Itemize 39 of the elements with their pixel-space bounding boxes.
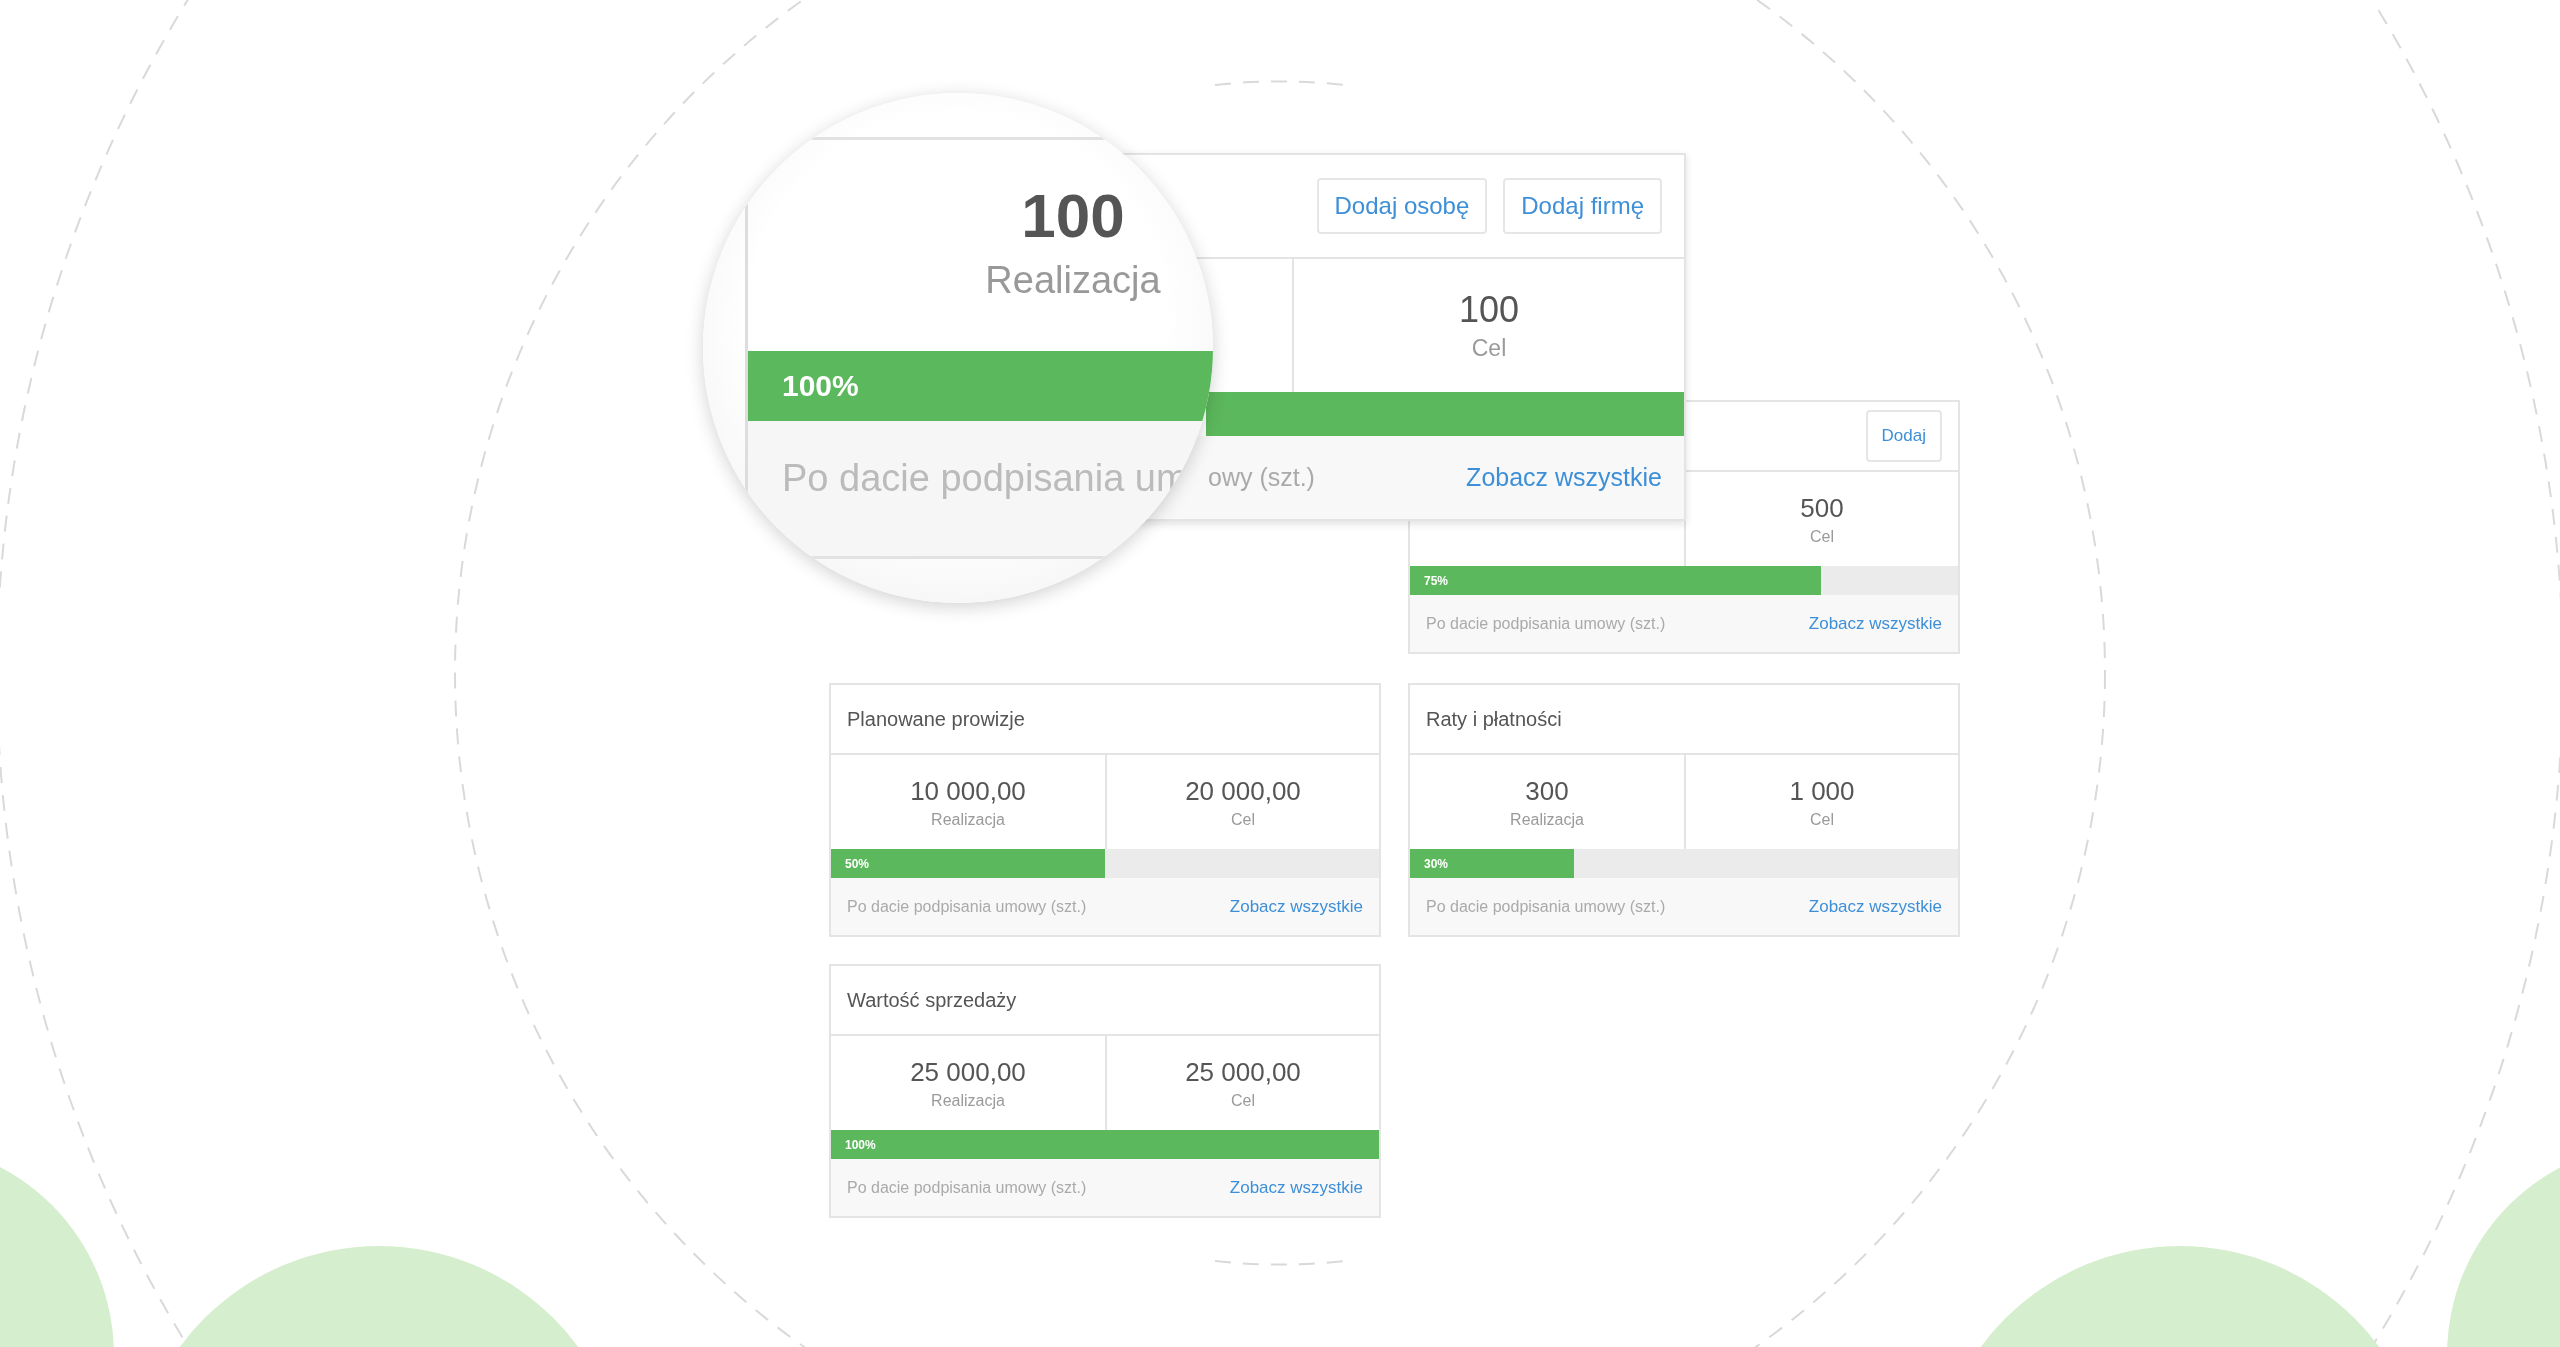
target-label: Cel — [1810, 527, 1834, 546]
add-button[interactable]: Dodaj firmę — [1503, 178, 1662, 234]
realization-value: 100 — [1021, 180, 1125, 251]
target-value: 25 000,00 — [1185, 1056, 1301, 1088]
realization-value: 25 000,00 — [910, 1056, 1026, 1088]
percent-text: 50% — [844, 856, 870, 871]
see-all-link[interactable]: Zobacz wszystkie — [1229, 896, 1363, 917]
target-label: Cel — [1231, 810, 1255, 829]
footer-note: Po dacie podpisania umowy (szt.) — [847, 897, 1087, 916]
add-button[interactable]: Dodaj osobę — [1316, 178, 1488, 234]
realization-label: Realizacja — [985, 259, 1161, 302]
target-value: 500 — [1800, 492, 1844, 524]
target-value: 100 — [1458, 289, 1520, 331]
target-value: 1 000 — [1789, 775, 1855, 807]
realization-label: Realizacja — [931, 810, 1005, 829]
card-title: Raty i płatności — [1426, 707, 1562, 731]
realization-value: 300 — [1525, 775, 1569, 807]
see-all-link[interactable]: Zobacz wszystkie — [1808, 613, 1942, 634]
percent-text: 100% — [844, 1137, 876, 1152]
footer-note: Po dacie podpisania umowy (szt.) — [847, 1178, 1087, 1197]
target-value: 20 000,00 — [1185, 775, 1301, 807]
card-title: Planowane prowizje — [847, 707, 1025, 731]
target-label: Cel — [1471, 335, 1507, 362]
footer-note: Po dacie podpisania umowy (szt.) — [1426, 614, 1666, 633]
percent-text: 30% — [1423, 856, 1449, 871]
footer-note: Po dacie podpisania umowy (szt.) — [1426, 897, 1666, 916]
add-button[interactable]: Dodaj — [1865, 410, 1942, 462]
target-label: Cel — [1231, 1091, 1255, 1110]
percent-text: 75% — [1423, 573, 1449, 588]
see-all-link[interactable]: Zobacz wszystkie — [1229, 1177, 1363, 1198]
target-label: Cel — [1810, 810, 1834, 829]
realization-value: 10 000,00 — [910, 775, 1026, 807]
card-title: Wartość sprzedaży — [847, 988, 1017, 1012]
percent-text: 100% — [781, 369, 859, 403]
realization-label: Realizacja — [931, 1091, 1005, 1110]
footer-note: owy (szt.) — [1208, 463, 1315, 492]
see-all-link[interactable]: Zobacz wszystkie — [1808, 896, 1942, 917]
see-all-link[interactable]: Zobacz wszystkie — [1466, 463, 1662, 492]
realization-label: Realizacja — [1510, 810, 1584, 829]
